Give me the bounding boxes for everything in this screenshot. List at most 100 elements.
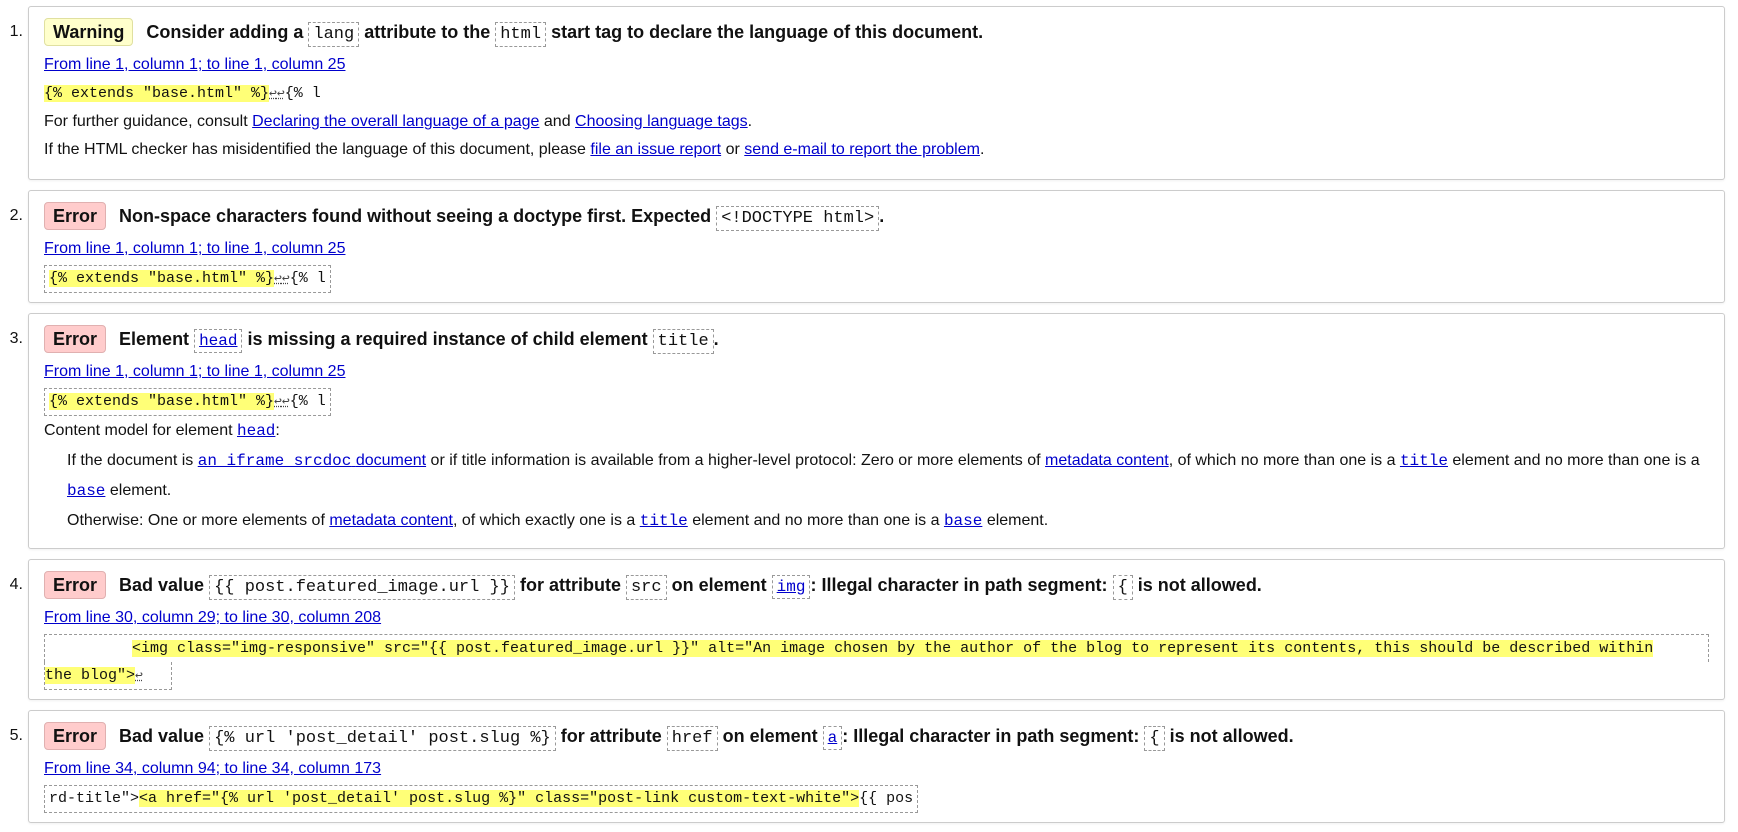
send-email-link[interactable]: send e-mail to report the problem: [744, 141, 980, 158]
extract-highlight: {% extends "base.html" %}: [44, 85, 270, 102]
message-item: 4. Error Bad value {{ post.featured_imag…: [10, 559, 1725, 700]
metadata-content-link[interactable]: metadata content: [1045, 452, 1169, 469]
message-text-part: attribute to the: [364, 22, 491, 42]
punct: .: [979, 141, 985, 158]
message-text-part: : Illegal character in path segment:: [842, 726, 1140, 746]
punct: .: [879, 206, 885, 226]
code-brace: {: [1112, 575, 1133, 600]
code-value: {% url 'post_detail' post.slug %}: [209, 726, 556, 751]
code-src: src: [625, 575, 667, 600]
extract-tail: {% l: [284, 85, 321, 102]
misidentified-text: If the HTML checker has misidentified th…: [44, 137, 1709, 163]
rule-text: Otherwise: One or more elements of: [67, 512, 325, 529]
metadata-content-link[interactable]: metadata content: [329, 512, 453, 529]
message-text-part: is not allowed.: [1169, 726, 1294, 746]
guidance-prefix: For further guidance, consult: [44, 113, 248, 130]
content-model-prefix: Content model for element: [44, 422, 233, 439]
iframe-srcdoc-link[interactable]: an iframe srcdoc document: [197, 452, 427, 470]
message-item: 2. Error Non-space characters found with…: [10, 190, 1725, 303]
rule-text: , of which no more than one is a: [1168, 452, 1396, 469]
source-extract: rd-title"><a href="{% url 'post_detail' …: [44, 785, 919, 813]
iframe-srcdoc-code: an iframe srcdoc: [197, 452, 352, 470]
return-icon: ↩: [281, 394, 290, 409]
location-link[interactable]: From line 34, column 94; to line 34, col…: [44, 760, 381, 777]
error-badge: Error: [44, 202, 107, 230]
message-text-part: Element: [119, 329, 190, 349]
message-item: 5. Error Bad value {% url 'post_detail' …: [10, 710, 1725, 823]
message-number: 5.: [9, 727, 23, 744]
return-icon: ↩: [274, 271, 282, 286]
message-list: 1. Warning Consider adding a lang attrib…: [0, 0, 1738, 832]
rule-text: , of which exactly one is a: [452, 512, 636, 529]
misidentified-or: or: [725, 141, 740, 158]
extract-tail: {{ pos: [859, 790, 914, 807]
rule-text: element and no more than one is a: [1452, 452, 1700, 469]
error-badge: Error: [44, 722, 107, 750]
extract-tail: {% l: [289, 270, 326, 287]
code-img-link[interactable]: img: [771, 575, 811, 599]
message-number: 2.: [9, 207, 23, 224]
misidentified-prefix: If the HTML checker has misidentified th…: [44, 141, 586, 158]
base-element-link[interactable]: base: [944, 512, 982, 530]
message-text-part: Bad value: [119, 726, 205, 746]
title-element-link[interactable]: title: [1400, 452, 1448, 470]
location-link[interactable]: From line 1, column 1; to line 1, column…: [44, 240, 345, 257]
code-title: title: [652, 329, 714, 354]
error-badge: Error: [44, 325, 107, 353]
extract-tail: {% l: [289, 393, 326, 410]
message-text-part: on element: [722, 726, 818, 746]
source-extract: {% extends "base.html" %}↩↩{% l: [44, 388, 331, 416]
rule-text: element.: [109, 482, 172, 499]
code-value: {{ post.featured_image.url }}: [209, 575, 515, 600]
code-head-link[interactable]: head: [194, 329, 243, 353]
return-icon: ↩: [135, 668, 143, 683]
source-extract: {% extends "base.html" %}↩↩{% l: [44, 265, 331, 293]
message-text-part: Non-space characters found without seein…: [119, 206, 712, 226]
title-element-link[interactable]: title: [640, 512, 688, 530]
content-model-heading: Content model for element head:: [44, 418, 1709, 444]
warning-badge: Warning: [44, 18, 134, 46]
code-doctype: <!DOCTYPE html>: [716, 206, 880, 231]
error-badge: Error: [44, 571, 107, 599]
content-model-rule-2: Otherwise: One or more elements of metad…: [67, 508, 1709, 534]
message-number: 1.: [9, 23, 23, 40]
message-text: Error Bad value {{ post.featured_image.u…: [44, 570, 1709, 603]
message-text-part: : Illegal character in path segment:: [810, 575, 1108, 595]
source-extract: <img class="img-responsive" src="{{ post…: [44, 634, 1709, 690]
base-element-link[interactable]: base: [67, 482, 105, 500]
iframe-srcdoc-text: document: [355, 452, 427, 469]
rule-text: element and no more than one is a: [692, 512, 940, 529]
code-html: html: [495, 22, 547, 47]
return-icon: ↩: [281, 271, 290, 286]
code-brace: {: [1144, 726, 1165, 751]
punct: :: [275, 422, 280, 439]
source-extract: {% extends "base.html" %}↩↩{% l: [44, 81, 325, 107]
choosing-language-tags-link[interactable]: Choosing language tags: [575, 113, 748, 130]
guidance-text: For further guidance, consult Declaring …: [44, 109, 1709, 135]
message-text-part: on element: [671, 575, 767, 595]
declaring-language-link[interactable]: Declaring the overall language of a page: [252, 113, 539, 130]
code-a-link[interactable]: a: [822, 726, 843, 750]
return-icon: ↩: [269, 86, 277, 101]
return-icon: ↩: [276, 86, 285, 101]
location-link[interactable]: From line 30, column 29; to line 30, col…: [44, 609, 381, 626]
message-text: Error Non-space characters found without…: [44, 201, 1709, 234]
message-text-part: is missing a required instance of child …: [247, 329, 648, 349]
rule-text: element.: [986, 512, 1049, 529]
message-text-part: Bad value: [119, 575, 205, 595]
extract-highlight: {% extends "base.html" %}: [49, 393, 275, 410]
message-number: 3.: [9, 330, 23, 347]
head-element-link[interactable]: head: [237, 422, 275, 440]
location-link[interactable]: From line 1, column 1; to line 1, column…: [44, 363, 345, 380]
message-text-part: start tag to declare the language of thi…: [551, 22, 984, 42]
location-link[interactable]: From line 1, column 1; to line 1, column…: [44, 56, 345, 73]
extract-highlight: <a href="{% url 'post_detail' post.slug …: [139, 790, 860, 807]
message-text-part: is not allowed.: [1137, 575, 1262, 595]
message-text: Error Bad value {% url 'post_detail' pos…: [44, 721, 1709, 754]
extract-head: rd-title">: [49, 790, 140, 807]
message-item: 3. Error Element head is missing a requi…: [10, 313, 1725, 549]
message-number: 4.: [9, 576, 23, 593]
file-issue-link[interactable]: file an issue report: [590, 141, 721, 158]
punct: .: [747, 113, 753, 130]
message-text: Warning Consider adding a lang attribute…: [44, 17, 1709, 50]
